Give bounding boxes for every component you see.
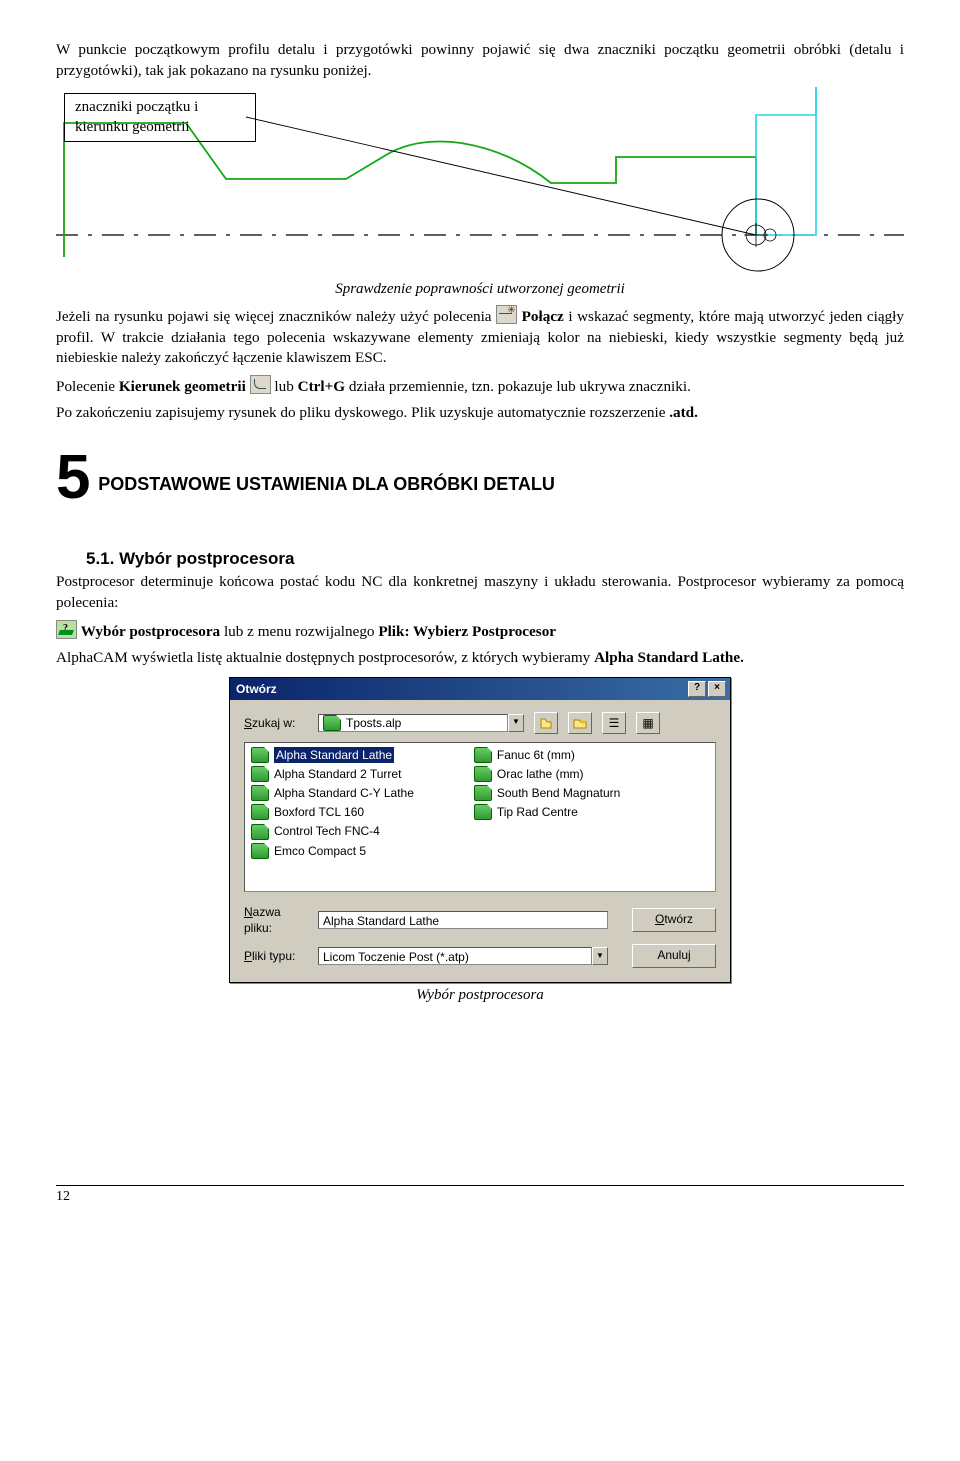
file-name: Orac lathe (mm): [497, 766, 584, 782]
file-name: South Bend Magnaturn: [497, 785, 620, 801]
file-name: Fanuc 6t (mm): [497, 747, 575, 763]
p6c: Plik: Wybierz Postprocesor: [378, 623, 556, 640]
p5: Postprocesor determinuje końcowa postać …: [56, 572, 904, 613]
lookin-combo[interactable]: Tposts.alp: [318, 714, 508, 732]
p2a: Jeżeli na rysunku pojawi się więcej znac…: [56, 308, 496, 325]
list-item[interactable]: Fanuc 6t (mm): [474, 747, 620, 763]
join-icon: [496, 305, 517, 324]
file-list[interactable]: Alpha Standard Lathe Alpha Standard 2 Tu…: [244, 742, 716, 892]
p3e: działa przemiennie, tzn. pokazuje lub uk…: [345, 378, 691, 395]
filetype-combo[interactable]: Licom Toczenie Post (*.atp): [318, 947, 592, 965]
postprocessor-icon: [56, 620, 77, 639]
file-icon: [474, 747, 492, 763]
p3a: Polecenie: [56, 378, 119, 395]
chapter-number: 5: [56, 436, 90, 520]
file-name: Emco Compact 5: [274, 843, 366, 859]
list-view-button[interactable]: ☰: [602, 712, 626, 734]
close-button[interactable]: ×: [708, 681, 726, 697]
list-item[interactable]: Orac lathe (mm): [474, 766, 620, 782]
file-name: Alpha Standard C-Y Lathe: [274, 785, 414, 801]
file-name: Tip Rad Centre: [497, 804, 578, 820]
figure-caption-2: Wybór postprocesora: [56, 985, 904, 1005]
p3b-bold: Kierunek geometrii: [119, 378, 246, 395]
filetype-dropdown[interactable]: ▼: [592, 947, 608, 965]
p7a: AlphaCAM wyświetla listę aktualnie dostę…: [56, 649, 594, 666]
p3d-bold: Ctrl+G: [298, 378, 345, 395]
subsection-5-1: 5.1. Wybór postprocesora: [86, 548, 904, 571]
file-icon: [251, 747, 269, 763]
list-item[interactable]: Alpha Standard Lathe: [251, 747, 414, 763]
p2b-bold: Połącz: [522, 308, 564, 325]
chapter-heading: 5 PODSTAWOWE USTAWIENIA DLA OBRÓBKI DETA…: [56, 436, 904, 520]
caption-1-text: Sprawdzenie poprawności utworzonej geome…: [335, 281, 625, 297]
list-item[interactable]: Boxford TCL 160: [251, 804, 414, 820]
page-number: 12: [56, 1189, 70, 1204]
lookin-label: Szukaj w:: [244, 715, 312, 731]
new-folder-button[interactable]: [568, 712, 592, 734]
p7: AlphaCAM wyświetla listę aktualnie dostę…: [56, 648, 904, 669]
list-item[interactable]: Control Tech FNC-4: [251, 823, 414, 839]
file-col-1: Alpha Standard Lathe Alpha Standard 2 Tu…: [251, 747, 414, 887]
file-icon: [251, 843, 269, 859]
list-item[interactable]: Emco Compact 5: [251, 843, 414, 859]
intro-paragraph: W punkcie początkowym profilu detalu i p…: [56, 40, 904, 81]
join-paragraph: Jeżeli na rysunku pojawi się więcej znac…: [56, 305, 904, 369]
list-item[interactable]: Alpha Standard 2 Turret: [251, 766, 414, 782]
p6a: Wybór postprocesora: [81, 623, 220, 640]
details-view-button[interactable]: ▦: [636, 712, 660, 734]
file-icon: [474, 785, 492, 801]
file-name: Boxford TCL 160: [274, 804, 364, 820]
file-icon: [251, 785, 269, 801]
chapter-title: PODSTAWOWE USTAWIENIA DLA OBRÓBKI DETALU: [98, 474, 555, 494]
cancel-button[interactable]: Anuluj: [632, 944, 716, 968]
dialog-titlebar: Otwórz ? ×: [230, 678, 730, 700]
direction-paragraph: Polecenie Kierunek geometrii lub Ctrl+G …: [56, 375, 904, 398]
open-button[interactable]: Otwórz: [632, 908, 716, 932]
p4b: .atd.: [669, 404, 698, 421]
lookin-value: Tposts.alp: [346, 714, 401, 732]
geometry-diagram: znaczniki początku i kierunku geometrii: [56, 87, 904, 277]
help-button[interactable]: ?: [688, 681, 706, 697]
file-icon: [251, 766, 269, 782]
p6b: lub z menu rozwijalnego: [220, 623, 378, 640]
p4a: Po zakończeniu zapisujemy rysunek do pli…: [56, 404, 665, 421]
up-one-level-button[interactable]: [534, 712, 558, 734]
list-item[interactable]: Alpha Standard C-Y Lathe: [251, 785, 414, 801]
figure-caption-1: Sprawdzenie poprawności utworzonej geome…: [56, 279, 904, 299]
page-footer: 12: [56, 1185, 904, 1207]
p7b: Alpha Standard Lathe.: [594, 649, 744, 666]
direction-icon: [250, 375, 271, 394]
filename-label: Nazwa pliku:: [244, 904, 312, 936]
lookin-dropdown[interactable]: ▼: [508, 714, 524, 732]
file-col-2: Fanuc 6t (mm) Orac lathe (mm) South Bend…: [474, 747, 620, 887]
file-name: Control Tech FNC-4: [274, 823, 380, 839]
postprocessor-cmd-paragraph: Wybór postprocesora lub z menu rozwijaln…: [56, 620, 904, 643]
file-name: Alpha Standard 2 Turret: [274, 766, 401, 782]
folder-icon: [323, 715, 341, 731]
filetype-label: Pliki typu:: [244, 948, 312, 964]
file-icon: [251, 804, 269, 820]
save-paragraph: Po zakończeniu zapisujemy rysunek do pli…: [56, 403, 904, 424]
list-item[interactable]: Tip Rad Centre: [474, 804, 620, 820]
file-name: Alpha Standard Lathe: [274, 747, 394, 763]
filename-input[interactable]: Alpha Standard Lathe: [318, 911, 608, 929]
file-icon: [474, 766, 492, 782]
list-item[interactable]: South Bend Magnaturn: [474, 785, 620, 801]
annotation-box: znaczniki początku i kierunku geometrii: [64, 93, 256, 142]
dialog-title-text: Otwórz: [236, 681, 277, 697]
p3c: lub: [274, 378, 297, 395]
open-dialog: Otwórz ? × Szukaj w: Tposts.alp ▼: [229, 677, 731, 984]
file-icon: [251, 824, 269, 840]
file-icon: [474, 804, 492, 820]
